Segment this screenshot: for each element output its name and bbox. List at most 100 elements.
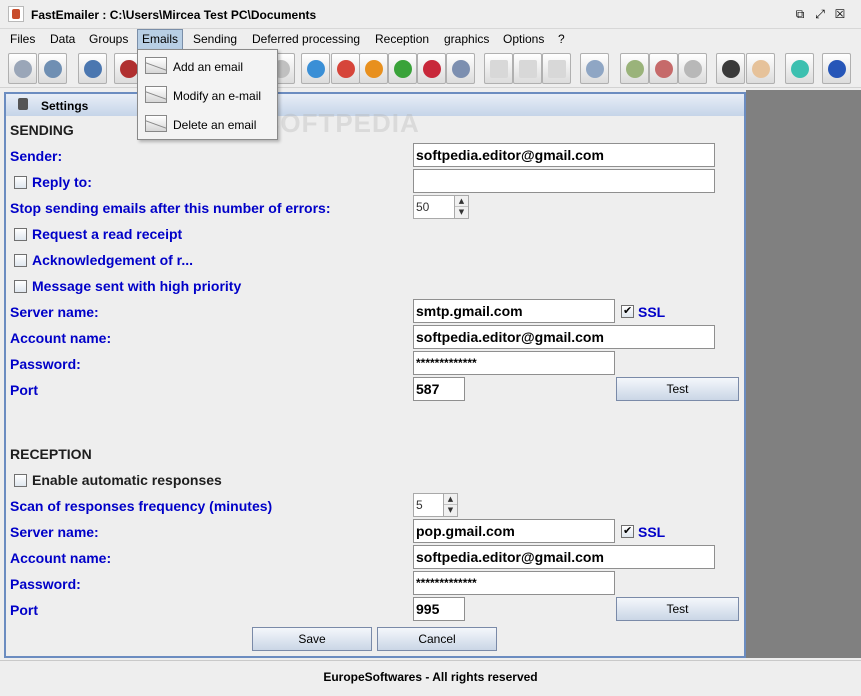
- help-icon: [828, 60, 846, 78]
- gauge-edit-button[interactable]: [678, 53, 707, 84]
- reception-ssl-checkbox[interactable]: [621, 524, 634, 538]
- menu-files[interactable]: Files: [10, 29, 35, 50]
- globe-green-button[interactable]: [388, 53, 417, 84]
- scan-frequency-spinner[interactable]: 5 ▲ ▼: [413, 493, 458, 517]
- status-bar: EuropeSoftwares - All rights reserved: [0, 660, 861, 696]
- sending-server-field[interactable]: smtp.gmail.com: [413, 299, 615, 323]
- sending-test-button[interactable]: Test: [616, 377, 739, 401]
- user-button[interactable]: [746, 53, 775, 84]
- spinner-up-icon[interactable]: ▲: [444, 494, 457, 505]
- watermark: SOFTPEDIA: [262, 108, 420, 138]
- high-priority-label: Message sent with high priority: [32, 278, 242, 294]
- reception-port-field[interactable]: 995: [413, 597, 465, 621]
- globe-red-icon: [337, 60, 355, 78]
- restore-icon[interactable]: ⧉: [792, 7, 808, 23]
- gauge-add-button[interactable]: [620, 53, 649, 84]
- web-button[interactable]: [785, 53, 814, 84]
- acknowledgement-checkbox[interactable]: [14, 254, 27, 267]
- gear-icon: [586, 60, 604, 78]
- reception-account-field[interactable]: softpedia.editor@gmail.com: [413, 545, 715, 569]
- globe-red-button[interactable]: [331, 53, 360, 84]
- stop-after-errors-spinner[interactable]: 50 ▲ ▼: [413, 195, 469, 219]
- scan-frequency-label: Scan of responses frequency (minutes): [10, 498, 273, 514]
- menu-graphics[interactable]: graphics: [444, 29, 489, 50]
- database-sync-icon: [44, 60, 62, 78]
- mail-edit-button[interactable]: [513, 53, 542, 84]
- read-receipt-label: Request a read receipt: [32, 226, 183, 242]
- save-button[interactable]: Save: [252, 627, 372, 651]
- maximize-icon[interactable]: ⤢: [812, 7, 828, 23]
- reception-ssl-label: SSL: [638, 524, 666, 540]
- globe-edit-icon: [452, 60, 470, 78]
- status-text: EuropeSoftwares - All rights reserved: [323, 670, 538, 684]
- globe-orange-icon: [365, 60, 383, 78]
- sending-heading: SENDING: [10, 122, 74, 138]
- app-icon: [8, 6, 24, 22]
- mail-delete-button[interactable]: [542, 53, 571, 84]
- internet-button[interactable]: [716, 53, 745, 84]
- globe-edit-button[interactable]: [446, 53, 475, 84]
- cancel-button[interactable]: Cancel: [377, 627, 497, 651]
- gauge-delete-button[interactable]: [649, 53, 678, 84]
- reply-to-checkbox[interactable]: [14, 176, 27, 189]
- reception-server-label: Server name:: [10, 524, 99, 540]
- menu-bar: Files Data Groups Emails Sending Deferre…: [0, 29, 861, 50]
- menu-item-label: Delete an email: [173, 118, 257, 132]
- database-button[interactable]: [8, 53, 37, 84]
- reception-password-field[interactable]: *************: [413, 571, 615, 595]
- spinner-up-icon[interactable]: ▲: [455, 196, 468, 207]
- high-priority-checkbox[interactable]: [14, 280, 27, 293]
- globe-icon: [307, 60, 325, 78]
- close-icon[interactable]: ☒: [832, 7, 848, 23]
- mail-delete-icon: [145, 115, 167, 132]
- menu-item-label: Add an email: [173, 60, 244, 74]
- mail-edit-icon: [145, 86, 167, 103]
- reply-to-field[interactable]: [413, 169, 715, 193]
- menu-item-add-email[interactable]: Add an email: [138, 52, 277, 81]
- toolbar: [0, 50, 861, 88]
- auto-responses-label: Enable automatic responses: [32, 472, 222, 488]
- help-button[interactable]: [822, 53, 851, 84]
- mail-edit-icon: [519, 60, 537, 78]
- menu-deferred-processing[interactable]: Deferred processing: [252, 29, 360, 50]
- back-button[interactable]: [78, 53, 107, 84]
- mail-add-button[interactable]: [484, 53, 513, 84]
- internet-globe-icon: [722, 60, 740, 78]
- menu-item-label: Modify an e-mail: [173, 89, 262, 103]
- menu-emails[interactable]: Emails: [137, 29, 184, 50]
- menu-item-modify-email[interactable]: Modify an e-mail: [138, 81, 277, 110]
- gauge-add-icon: [626, 60, 644, 78]
- mail-add-icon: [490, 60, 508, 78]
- reception-test-button[interactable]: Test: [616, 597, 739, 621]
- spinner-down-icon[interactable]: ▼: [455, 207, 468, 218]
- menu-help[interactable]: ?: [558, 29, 565, 50]
- sender-label: Sender:: [10, 148, 63, 164]
- books-icon: [120, 60, 138, 78]
- emails-dropdown: Add an email Modify an e-mail Delete an …: [137, 49, 278, 140]
- settings-button[interactable]: [580, 53, 609, 84]
- reception-server-field[interactable]: pop.gmail.com: [413, 519, 615, 543]
- read-receipt-checkbox[interactable]: [14, 228, 27, 241]
- menu-sending[interactable]: Sending: [193, 29, 237, 50]
- sender-field[interactable]: softpedia.editor@gmail.com: [413, 143, 715, 167]
- menu-groups[interactable]: Groups: [89, 29, 128, 50]
- database-sync-button[interactable]: [38, 53, 67, 84]
- menu-reception[interactable]: Reception: [375, 29, 429, 50]
- menu-options[interactable]: Options: [503, 29, 544, 50]
- sending-ssl-checkbox[interactable]: [621, 304, 634, 318]
- spinner-down-icon[interactable]: ▼: [444, 505, 457, 516]
- globe-send-button[interactable]: [301, 53, 330, 84]
- sending-password-field[interactable]: *************: [413, 351, 615, 375]
- sending-account-field[interactable]: softpedia.editor@gmail.com: [413, 325, 715, 349]
- stop-after-errors-label: Stop sending emails after this number of…: [10, 200, 331, 216]
- menu-data[interactable]: Data: [50, 29, 75, 50]
- globe-orange-button[interactable]: [359, 53, 388, 84]
- sending-port-field[interactable]: 587: [413, 377, 465, 401]
- globe-delete-button[interactable]: [417, 53, 446, 84]
- settings-icon: [16, 97, 30, 111]
- menu-item-delete-email[interactable]: Delete an email: [138, 110, 277, 139]
- scan-frequency-value: 5: [416, 498, 423, 512]
- auto-responses-checkbox[interactable]: [14, 474, 27, 487]
- reception-port-label: Port: [10, 602, 38, 618]
- stop-after-errors-value: 50: [416, 200, 430, 214]
